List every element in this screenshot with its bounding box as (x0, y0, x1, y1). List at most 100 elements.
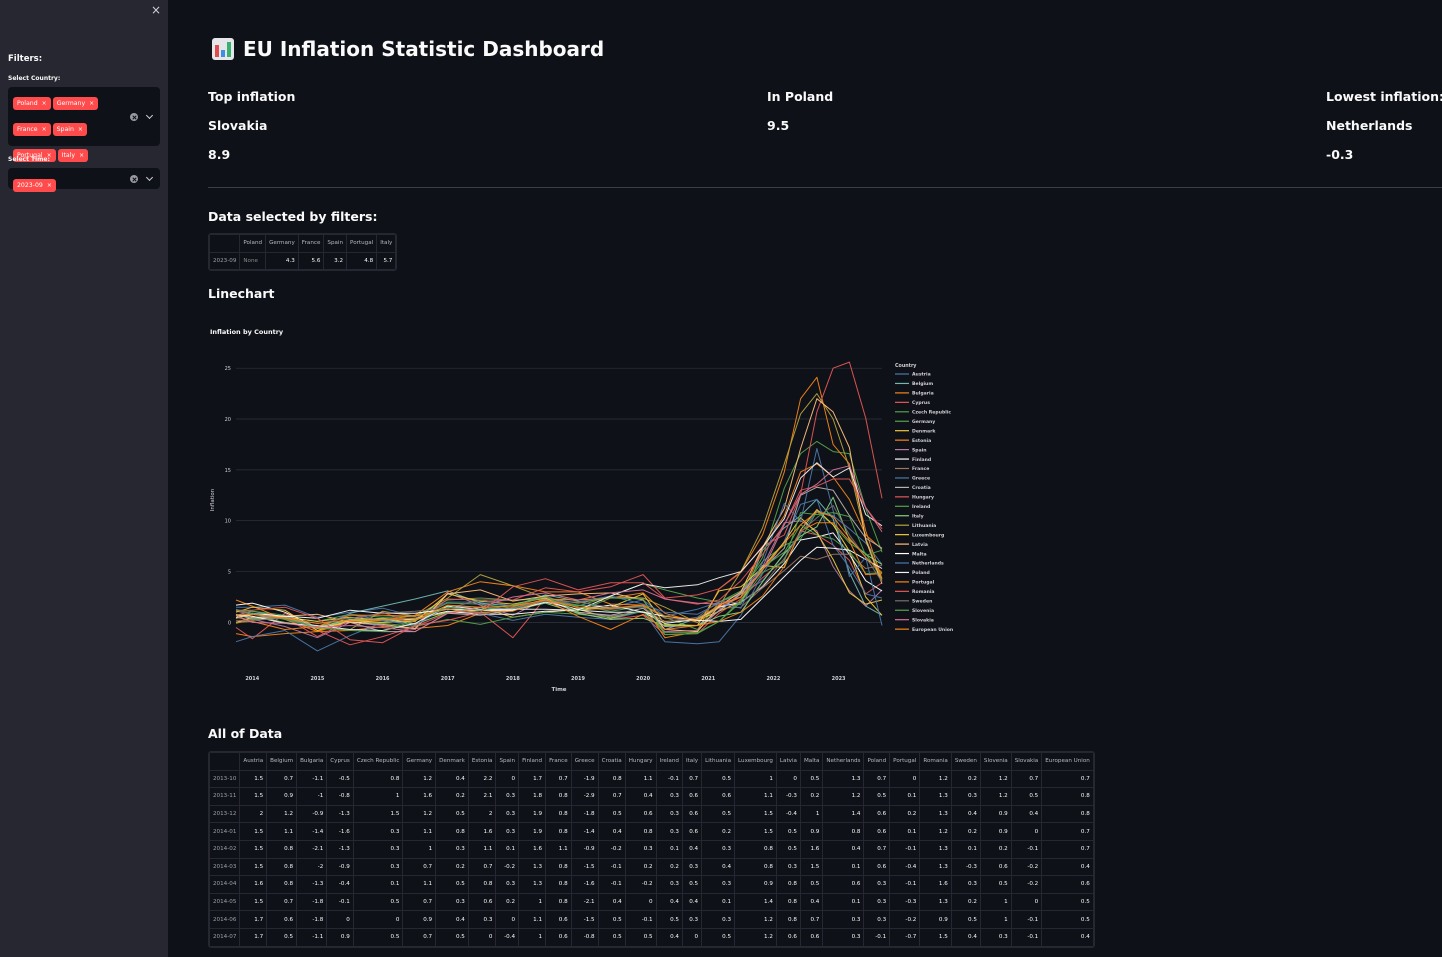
table-cell[interactable]: 0.1 (655, 839, 683, 859)
table-cell[interactable]: -0.1 (1010, 839, 1043, 859)
table-cell[interactable]: 0.8 (266, 857, 298, 877)
table-cell[interactable]: 1.5 (352, 804, 404, 824)
table-cell[interactable]: 2.2 (467, 769, 497, 789)
table-cell[interactable]: 1.5 (239, 787, 268, 806)
table-cell[interactable]: 4.8 (346, 251, 378, 271)
column-header[interactable]: Netherlands (822, 752, 865, 771)
table-cell[interactable]: 1.9 (518, 804, 547, 824)
table-cell[interactable]: -0.4 (326, 875, 354, 894)
column-header[interactable]: Slovakia (1010, 752, 1043, 771)
table-cell[interactable]: 0.8 (266, 839, 298, 859)
close-sidebar-button[interactable]: × (149, 3, 163, 17)
table-cell[interactable]: 0 (1010, 822, 1043, 841)
table-cell[interactable]: 0.4 (950, 804, 981, 824)
table-cell[interactable]: 0 (775, 769, 801, 789)
table-cell[interactable]: -0.3 (889, 892, 921, 912)
table-cell[interactable]: -0.1 (624, 910, 657, 929)
table-cell[interactable]: 0.4 (701, 857, 736, 877)
table-cell[interactable]: 0.2 (979, 839, 1012, 859)
table-cell[interactable]: 0.5 (266, 927, 298, 947)
table-cell[interactable]: 1.6 (239, 875, 268, 894)
table-cell[interactable]: 0.2 (799, 787, 824, 806)
table-cell[interactable]: -2 (296, 857, 328, 877)
table-cell[interactable]: 0.7 (1041, 769, 1094, 789)
table-cell[interactable]: -0.9 (326, 857, 354, 877)
table-cell[interactable]: 1.5 (734, 804, 777, 824)
table-cell[interactable]: 1.2 (822, 787, 865, 806)
table-cell[interactable]: -0.8 (570, 927, 599, 947)
column-header[interactable]: Croatia (597, 752, 626, 771)
table-cell[interactable]: 0.4 (950, 927, 981, 947)
table-cell[interactable]: -0.9 (296, 804, 328, 824)
table-cell[interactable]: -2.1 (296, 839, 328, 859)
column-header[interactable]: Poland (863, 752, 891, 771)
column-header[interactable]: Finland (518, 752, 547, 771)
column-header[interactable]: Czech Republic (352, 752, 404, 771)
table-cell[interactable]: 0.3 (352, 839, 404, 859)
table-cell[interactable]: 0.3 (681, 857, 703, 877)
table-cell[interactable]: 0.6 (863, 857, 891, 877)
column-header[interactable]: Denmark (435, 752, 469, 771)
table-cell[interactable]: 0.8 (775, 910, 801, 929)
table-cell[interactable]: 0.9 (799, 822, 824, 841)
table-cell[interactable]: 0.5 (597, 910, 626, 929)
table-cell[interactable]: 0.3 (950, 875, 981, 894)
table-cell[interactable]: 0.3 (655, 822, 683, 841)
table-cell[interactable]: 0.2 (435, 787, 469, 806)
table-cell[interactable]: -0.1 (889, 875, 921, 894)
table-cell[interactable]: 5.6 (297, 251, 325, 271)
table-cell[interactable]: 0.3 (863, 875, 891, 894)
table-cell[interactable]: 1.3 (518, 857, 547, 877)
table-cell[interactable]: 0.3 (435, 839, 469, 859)
table-cell[interactable]: 0.5 (624, 927, 657, 947)
table-cell[interactable]: 0.3 (467, 910, 497, 929)
table-cell[interactable]: 1.1 (467, 839, 497, 859)
table-cell[interactable]: 1.8 (518, 787, 547, 806)
table-cell[interactable]: 0.6 (863, 822, 891, 841)
table-cell[interactable]: 0 (1010, 892, 1043, 912)
column-header[interactable]: Estonia (467, 752, 497, 771)
table-cell[interactable]: 1.1 (734, 787, 777, 806)
table-cell[interactable]: 0.6 (1041, 875, 1094, 894)
table-cell[interactable]: 1.5 (799, 857, 824, 877)
table-cell[interactable]: 0.3 (352, 857, 404, 877)
table-cell[interactable]: 1 (518, 892, 547, 912)
table-cell[interactable]: 1.3 (919, 804, 952, 824)
table-cell[interactable]: 0.8 (734, 857, 777, 877)
table-cell[interactable]: 0.1 (889, 787, 921, 806)
table-cell[interactable]: 0.8 (545, 875, 572, 894)
table-cell[interactable]: 0.4 (681, 839, 703, 859)
table-cell[interactable]: -0.2 (889, 910, 921, 929)
table-cell[interactable]: 0.7 (545, 769, 572, 789)
table-cell[interactable]: 0.5 (597, 804, 626, 824)
table-cell[interactable]: -1.3 (326, 804, 354, 824)
table-cell[interactable]: 0.4 (435, 910, 469, 929)
table-cell[interactable]: 1.4 (734, 892, 777, 912)
table-cell[interactable]: -1.9 (570, 769, 599, 789)
table-cell[interactable]: 0.8 (545, 857, 572, 877)
table-cell[interactable]: 1.6 (402, 787, 437, 806)
table-cell[interactable]: 0.8 (597, 769, 626, 789)
table-cell[interactable]: 0.4 (1010, 804, 1043, 824)
table-cell[interactable]: 0.8 (775, 875, 801, 894)
table-cell[interactable]: 0.3 (822, 927, 865, 947)
table-cell[interactable]: 0.8 (1041, 804, 1094, 824)
table-cell[interactable]: 1.1 (402, 822, 437, 841)
table-cell[interactable]: 1.5 (239, 839, 268, 859)
table-cell[interactable]: -1.3 (296, 875, 328, 894)
table-cell[interactable]: 0 (624, 892, 657, 912)
table-cell[interactable]: 0.6 (775, 927, 801, 947)
table-cell[interactable]: 0.5 (799, 875, 824, 894)
table-cell[interactable]: -1.8 (570, 804, 599, 824)
table-cell[interactable]: 5.7 (376, 251, 397, 271)
table-cell[interactable]: 0.6 (681, 822, 703, 841)
table-cell[interactable]: 1 (402, 839, 437, 859)
table-cell[interactable]: 0.4 (655, 892, 683, 912)
table-cell[interactable]: 0.1 (822, 892, 865, 912)
table-cell[interactable]: -0.7 (889, 927, 921, 947)
column-header[interactable]: Austria (239, 752, 268, 771)
table-cell[interactable]: 0.5 (352, 892, 404, 912)
table-cell[interactable]: 0.4 (597, 892, 626, 912)
table-cell[interactable]: -0.2 (624, 875, 657, 894)
all-data-table[interactable]: Austria Belgium Bulgaria Cyprus Czech Republ… (208, 751, 1095, 948)
